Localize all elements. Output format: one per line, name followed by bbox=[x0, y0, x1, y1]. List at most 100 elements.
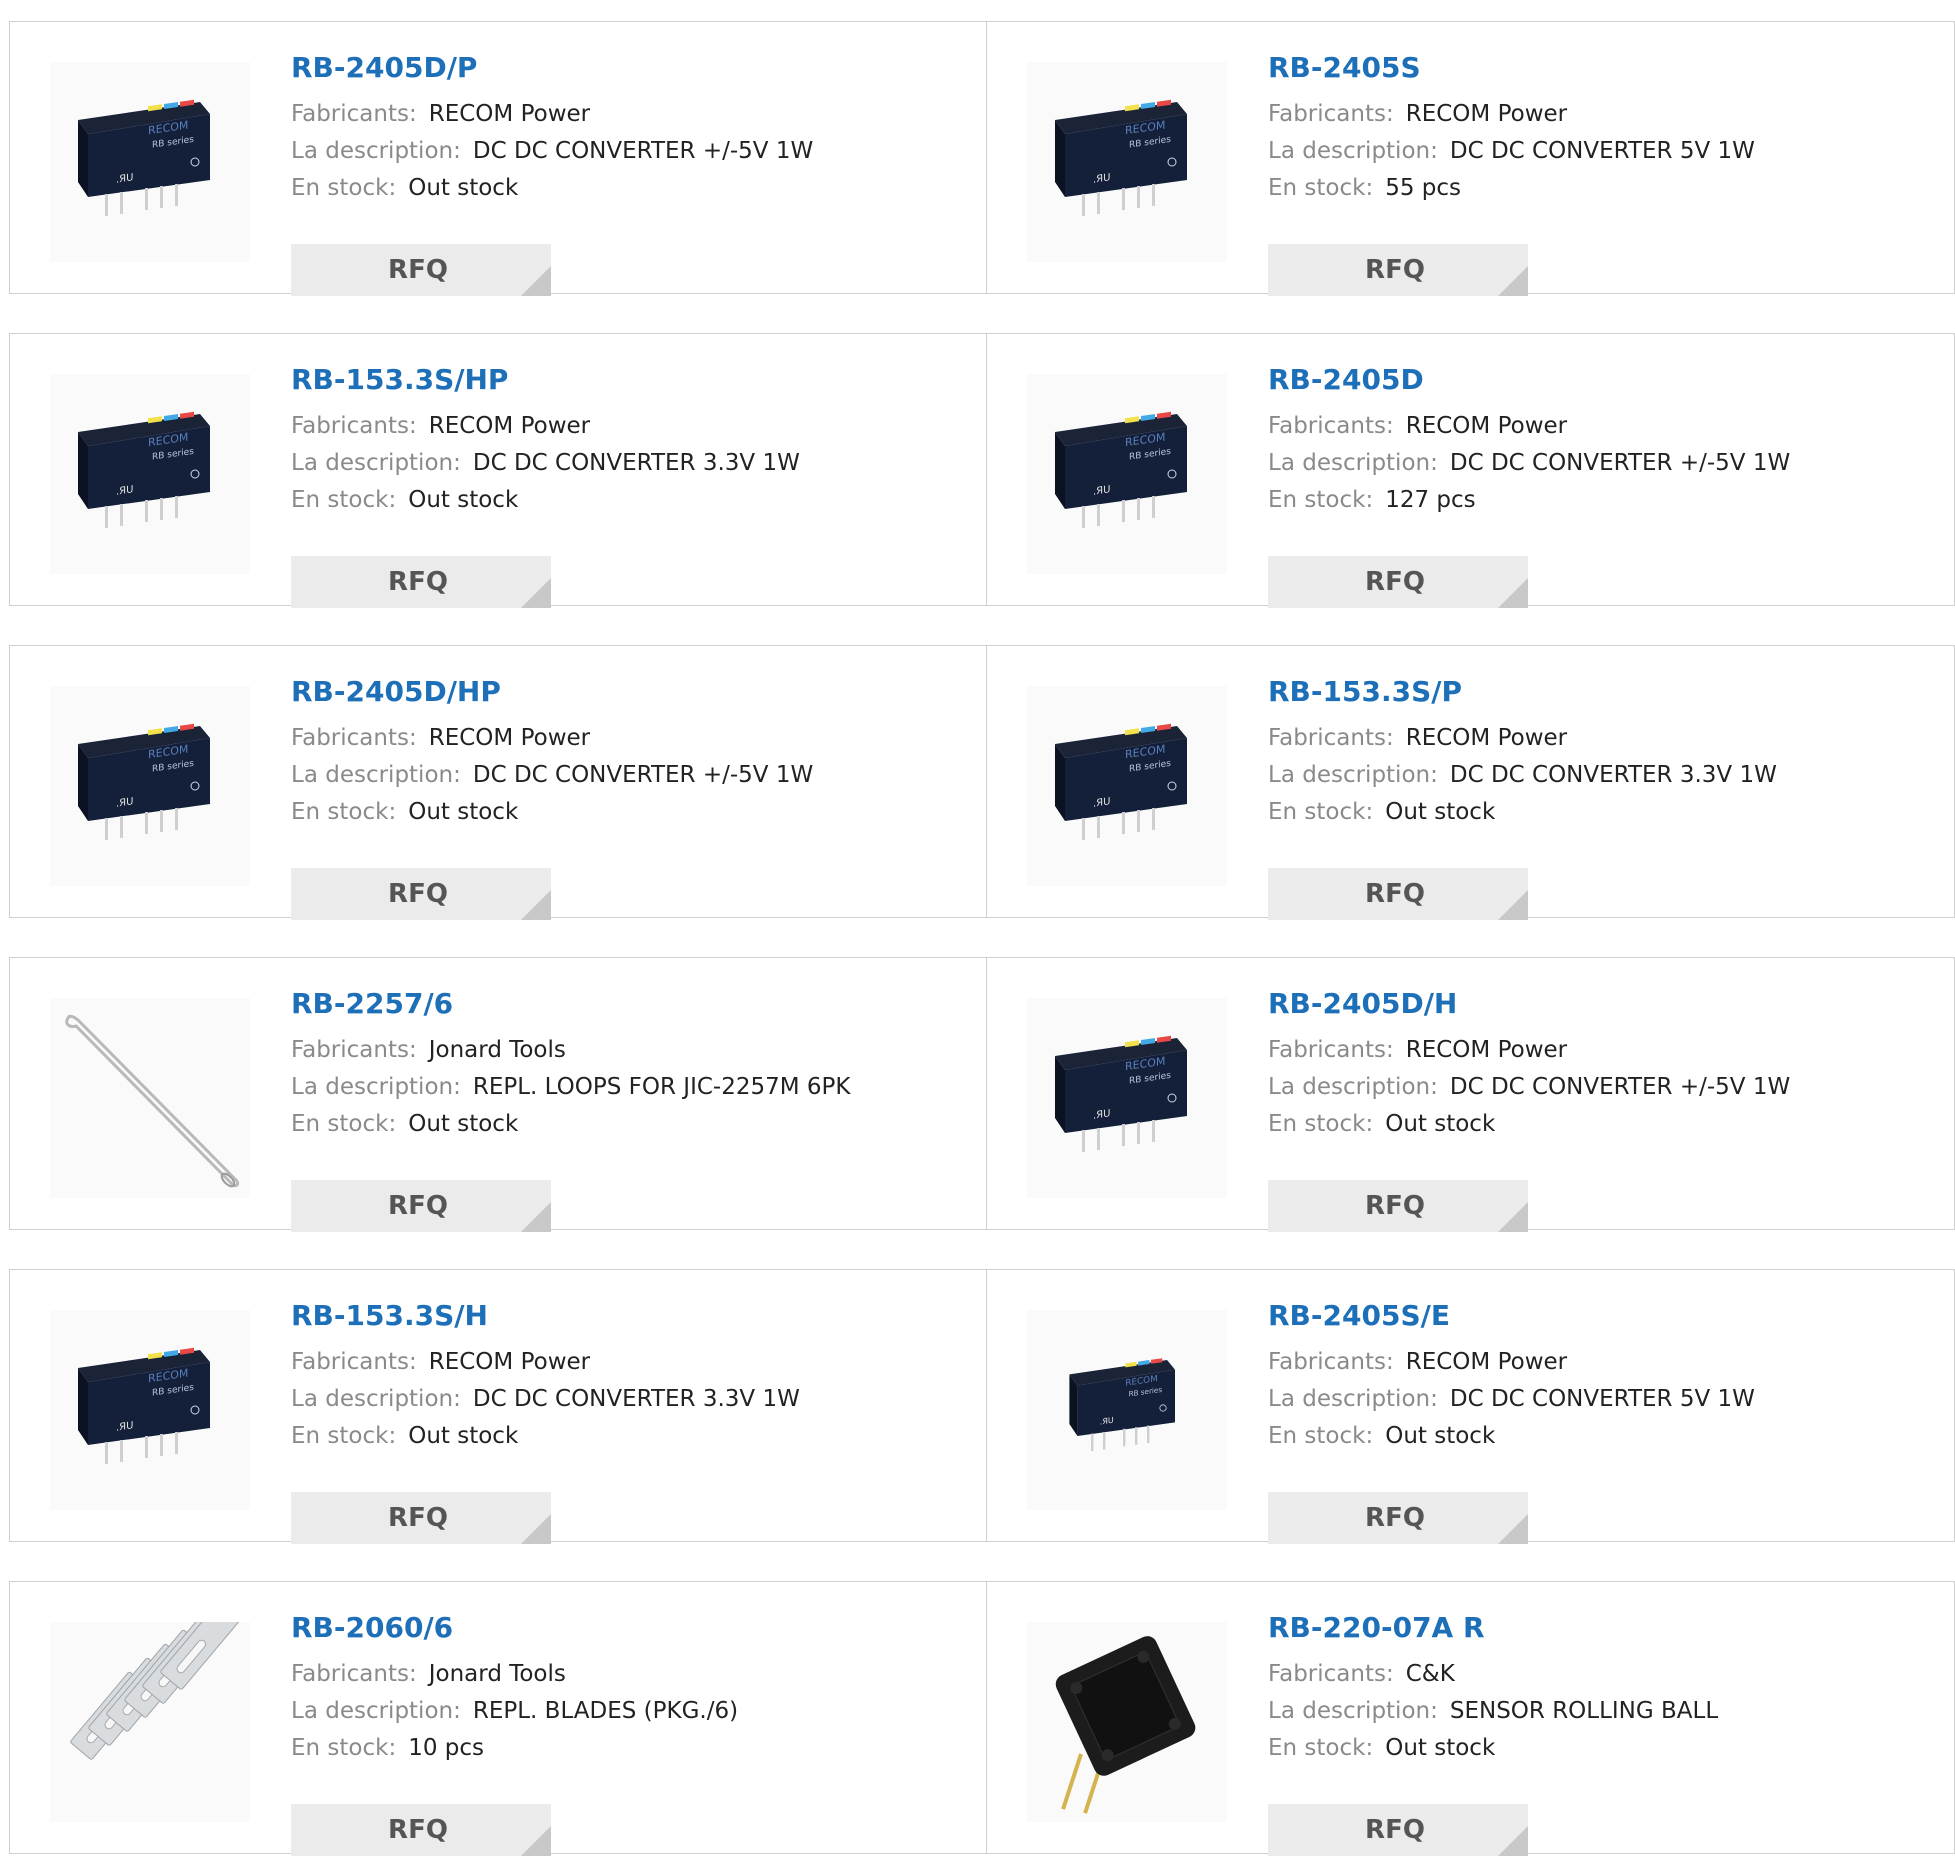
rfq-button[interactable]: RFQ bbox=[1268, 556, 1528, 608]
product-title-link[interactable]: RB-2405D/P bbox=[291, 50, 477, 86]
product-card: RECOM RB series .ЯU RB-2405D/HP Fabrican… bbox=[10, 646, 986, 920]
description-line: La description: DC DC CONVERTER 5V 1W bbox=[1268, 1381, 1943, 1418]
rfq-label: RFQ bbox=[388, 879, 448, 909]
manufacturer-label: Fabricants: bbox=[291, 101, 417, 127]
stock-label: En stock: bbox=[291, 1735, 397, 1761]
product-image[interactable] bbox=[1027, 1622, 1227, 1822]
stock-value: Out stock bbox=[408, 1423, 519, 1449]
description-line: La description: DC DC CONVERTER 3.3V 1W bbox=[1268, 757, 1943, 794]
rfq-button[interactable]: RFQ bbox=[291, 244, 551, 296]
product-image[interactable] bbox=[50, 998, 250, 1198]
description-line: La description: REPL. LOOPS FOR JIC-2257M… bbox=[291, 1069, 966, 1106]
description-line: La description: REPL. BLADES (PKG./6) bbox=[291, 1693, 966, 1730]
stock-label: En stock: bbox=[291, 1423, 397, 1449]
stock-line: En stock: 55 pcs bbox=[1268, 170, 1943, 207]
manufacturer-line: Fabricants: RECOM Power bbox=[1268, 1344, 1943, 1381]
stock-value: 127 pcs bbox=[1385, 487, 1476, 513]
description-line: La description: DC DC CONVERTER +/-5V 1W bbox=[291, 133, 966, 170]
rfq-label: RFQ bbox=[388, 1815, 448, 1845]
product-image[interactable]: RECOM RB series .ЯU bbox=[50, 1310, 250, 1510]
description-line: La description: DC DC CONVERTER 3.3V 1W bbox=[291, 445, 966, 482]
product-title-link[interactable]: RB-220-07A R bbox=[1268, 1610, 1485, 1646]
stock-line: En stock: Out stock bbox=[291, 1106, 966, 1143]
product-image[interactable]: RECOM RB series .ЯU bbox=[1027, 998, 1227, 1198]
stock-value: Out stock bbox=[1385, 1111, 1496, 1137]
rfq-button[interactable]: RFQ bbox=[291, 556, 551, 608]
product-row: RB-2060/6 Fabricants: Jonard Tools La des… bbox=[9, 1581, 1955, 1856]
product-title-link[interactable]: RB-2060/6 bbox=[291, 1610, 453, 1646]
manufacturer-value: Jonard Tools bbox=[428, 1661, 566, 1687]
product-title-link[interactable]: RB-153.3S/P bbox=[1268, 674, 1462, 710]
description-value: DC DC CONVERTER 3.3V 1W bbox=[1449, 762, 1777, 788]
rfq-button[interactable]: RFQ bbox=[1268, 244, 1528, 296]
description-label: La description: bbox=[291, 138, 461, 164]
description-label: La description: bbox=[1268, 1386, 1438, 1412]
product-title-link[interactable]: RB-2257/6 bbox=[291, 986, 453, 1022]
rfq-button[interactable]: RFQ bbox=[291, 1492, 551, 1544]
description-value: DC DC CONVERTER +/-5V 1W bbox=[472, 138, 814, 164]
manufacturer-label: Fabricants: bbox=[1268, 101, 1394, 127]
product-title-link[interactable]: RB-2405S bbox=[1268, 50, 1421, 86]
product-image[interactable]: RECOM RB series .ЯU bbox=[1027, 62, 1227, 262]
manufacturer-line: Fabricants: RECOM Power bbox=[291, 1344, 966, 1381]
manufacturer-value: C&K bbox=[1405, 1661, 1455, 1687]
product-image[interactable]: RECOM RB series .ЯU bbox=[50, 62, 250, 262]
stock-value: Out stock bbox=[1385, 1735, 1496, 1761]
rfq-corner-triangle bbox=[521, 1514, 551, 1544]
product-card: RB-220-07A R Fabricants: C&K La descripti… bbox=[986, 1582, 1955, 1856]
stock-value: Out stock bbox=[408, 799, 519, 825]
manufacturer-label: Fabricants: bbox=[1268, 1349, 1394, 1375]
manufacturer-line: Fabricants: RECOM Power bbox=[291, 720, 966, 757]
product-image[interactable]: RECOM RB series .ЯU bbox=[50, 374, 250, 574]
stock-value: Out stock bbox=[408, 1111, 519, 1137]
manufacturer-value: RECOM Power bbox=[428, 1349, 591, 1375]
product-title-link[interactable]: RB-2405S/E bbox=[1268, 1298, 1450, 1334]
description-line: La description: SENSOR ROLLING BALL bbox=[1268, 1693, 1943, 1730]
description-value: DC DC CONVERTER 3.3V 1W bbox=[472, 450, 800, 476]
product-image[interactable]: RECOM RB series .ЯU bbox=[50, 686, 250, 886]
product-info: RB-2060/6 Fabricants: Jonard Tools La des… bbox=[291, 1610, 966, 1856]
product-image[interactable]: RECOM RB series .ЯU bbox=[1027, 686, 1227, 886]
product-image[interactable]: RECOM RB series .ЯU bbox=[1027, 374, 1227, 574]
rfq-button[interactable]: RFQ bbox=[1268, 1180, 1528, 1232]
rfq-button[interactable]: RFQ bbox=[291, 868, 551, 920]
rfq-button[interactable]: RFQ bbox=[291, 1180, 551, 1232]
rfq-corner-triangle bbox=[1498, 1514, 1528, 1544]
product-title-link[interactable]: RB-2405D bbox=[1268, 362, 1424, 398]
product-row: RECOM RB series .ЯU RB-2405D/HP Fabrican… bbox=[9, 645, 1955, 920]
product-image[interactable]: RECOM RB series .ЯU bbox=[1027, 1310, 1227, 1510]
product-title-link[interactable]: RB-2405D/HP bbox=[291, 674, 501, 710]
rfq-button[interactable]: RFQ bbox=[1268, 1804, 1528, 1856]
rfq-button[interactable]: RFQ bbox=[1268, 868, 1528, 920]
product-grid: RECOM RB series .ЯU RB-2405D/P Fabricant… bbox=[0, 0, 1955, 1856]
manufacturer-value: Jonard Tools bbox=[428, 1037, 566, 1063]
description-line: La description: DC DC CONVERTER 3.3V 1W bbox=[291, 1381, 966, 1418]
description-value: REPL. LOOPS FOR JIC-2257M 6PK bbox=[472, 1074, 851, 1100]
product-info: RB-153.3S/HP Fabricants: RECOM Power La d… bbox=[291, 362, 966, 608]
manufacturer-value: RECOM Power bbox=[1405, 1349, 1568, 1375]
description-label: La description: bbox=[291, 1386, 461, 1412]
manufacturer-line: Fabricants: RECOM Power bbox=[1268, 96, 1943, 133]
description-label: La description: bbox=[291, 1074, 461, 1100]
rfq-label: RFQ bbox=[1365, 1191, 1425, 1221]
product-title-link[interactable]: RB-153.3S/HP bbox=[291, 362, 508, 398]
stock-line: En stock: Out stock bbox=[1268, 1418, 1943, 1455]
description-value: DC DC CONVERTER +/-5V 1W bbox=[472, 762, 814, 788]
rfq-label: RFQ bbox=[388, 567, 448, 597]
manufacturer-label: Fabricants: bbox=[1268, 413, 1394, 439]
product-title-link[interactable]: RB-153.3S/H bbox=[291, 1298, 488, 1334]
product-title-link[interactable]: RB-2405D/H bbox=[1268, 986, 1457, 1022]
stock-line: En stock: Out stock bbox=[291, 482, 966, 519]
product-info: RB-2405D Fabricants: RECOM Power La descr… bbox=[1268, 362, 1943, 608]
product-image[interactable] bbox=[50, 1622, 250, 1822]
manufacturer-label: Fabricants: bbox=[291, 725, 417, 751]
rfq-label: RFQ bbox=[388, 1191, 448, 1221]
rfq-button[interactable]: RFQ bbox=[291, 1804, 551, 1856]
rfq-button[interactable]: RFQ bbox=[1268, 1492, 1528, 1544]
manufacturer-label: Fabricants: bbox=[291, 1661, 417, 1687]
description-line: La description: DC DC CONVERTER +/-5V 1W bbox=[1268, 445, 1943, 482]
description-value: DC DC CONVERTER 5V 1W bbox=[1449, 1386, 1755, 1412]
stock-line: En stock: Out stock bbox=[1268, 794, 1943, 831]
description-label: La description: bbox=[1268, 762, 1438, 788]
manufacturer-line: Fabricants: Jonard Tools bbox=[291, 1656, 966, 1693]
